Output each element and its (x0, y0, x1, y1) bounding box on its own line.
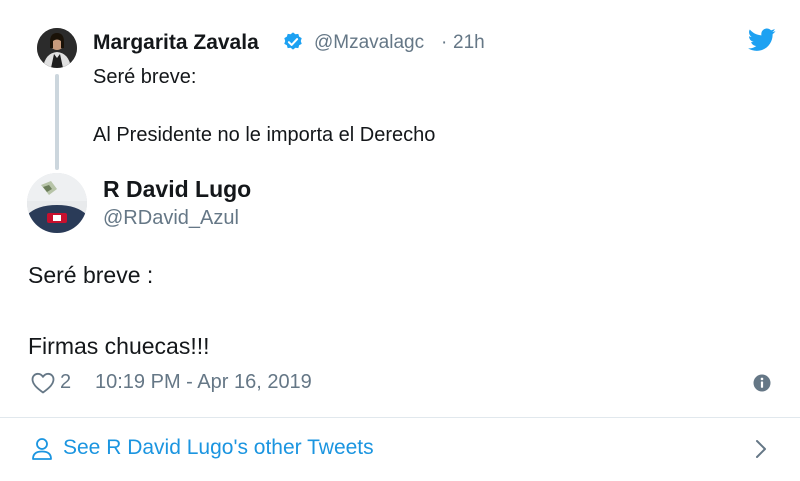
main-tweet-text-line2: Firmas chuecas!!! (28, 333, 210, 359)
thread-connector-line (55, 74, 59, 170)
info-icon[interactable] (752, 373, 772, 393)
person-icon (32, 438, 52, 460)
avatar-photo (37, 28, 77, 68)
tweet-timestamp[interactable]: 10:19 PM - Apr 16, 2019 (95, 371, 312, 394)
main-author-handle[interactable]: @RDavid_Azul (103, 207, 239, 230)
avatar-margarita-zavala[interactable] (37, 28, 77, 68)
chevron-right-icon[interactable] (753, 437, 769, 461)
avatar-photo (27, 173, 87, 233)
parent-author-handle[interactable]: @Mzavalagc (314, 32, 424, 54)
twitter-bird-icon[interactable] (748, 28, 776, 52)
heart-icon[interactable] (31, 372, 55, 394)
parent-relative-time[interactable]: 21h (453, 32, 485, 54)
parent-tweet-text-line1: Seré breve: (93, 66, 197, 88)
main-tweet-text-line1: Seré breve : (28, 262, 154, 288)
see-other-tweets-label[interactable]: See R David Lugo's other Tweets (63, 436, 374, 460)
main-author-name[interactable]: R David Lugo (103, 176, 251, 203)
parent-author-name[interactable]: Margarita Zavala (93, 31, 259, 55)
avatar-r-david-lugo[interactable] (27, 173, 87, 233)
parent-tweet-text-line2: Al Presidente no le importa el Derecho (93, 124, 436, 146)
verified-badge-icon (284, 32, 302, 50)
like-count[interactable]: 2 (60, 371, 71, 394)
separator-dot: · (441, 32, 448, 53)
